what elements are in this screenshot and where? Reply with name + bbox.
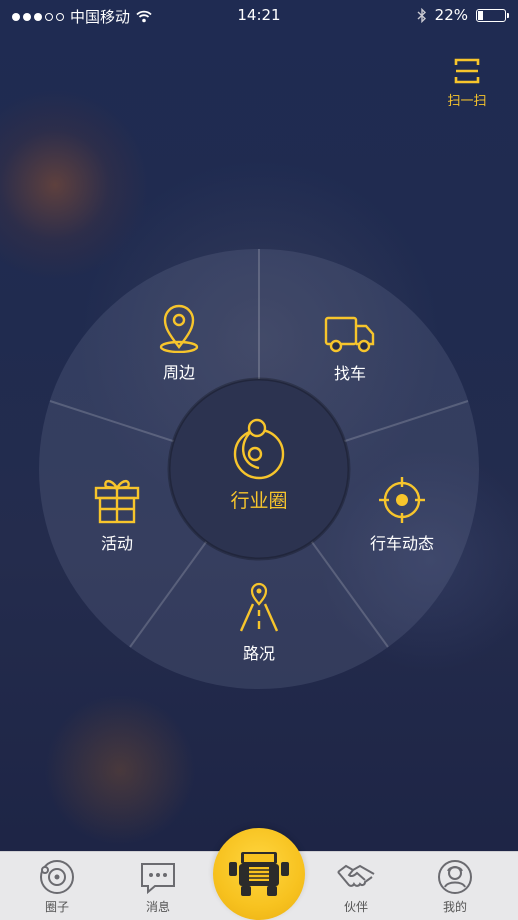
tab-label: 圈子 bbox=[44, 900, 69, 914]
tab-label: 我的 bbox=[442, 900, 467, 914]
wheel-item-label: 行车动态 bbox=[369, 534, 434, 553]
scan-icon bbox=[454, 58, 480, 84]
bluetooth-icon bbox=[417, 7, 426, 23]
wheel-center-label: 行业圈 bbox=[230, 490, 288, 512]
wheel-item-label: 路况 bbox=[242, 644, 275, 663]
battery-percent: 22% bbox=[434, 6, 468, 24]
center-truck-button[interactable] bbox=[213, 828, 305, 920]
profile-icon bbox=[438, 860, 472, 894]
road-icon bbox=[239, 582, 279, 632]
wheel-item-find-truck[interactable]: 找车 bbox=[300, 316, 400, 384]
tab-messages[interactable]: 消息 bbox=[128, 858, 188, 915]
status-bar: 中国移动 14:21 22% bbox=[0, 0, 518, 32]
wheel-item-road-conditions[interactable]: 路况 bbox=[209, 582, 309, 664]
truck-front-icon bbox=[229, 852, 289, 896]
scan-label: 扫一扫 bbox=[447, 94, 487, 109]
wheel-item-driving-status[interactable]: 行车动态 bbox=[352, 476, 452, 554]
wheel-item-label: 活动 bbox=[100, 534, 133, 553]
tab-label: 伙伴 bbox=[343, 900, 368, 914]
wheel-center-industry-circle[interactable]: 行业圈 bbox=[209, 416, 309, 513]
tab-me[interactable]: 我的 bbox=[425, 858, 485, 915]
wheel-item-label: 找车 bbox=[333, 364, 366, 383]
tab-label: 消息 bbox=[145, 900, 170, 914]
wheel-item-label: 周边 bbox=[162, 363, 195, 382]
target-crosshair-icon bbox=[379, 477, 425, 523]
wheel-item-activities[interactable]: 活动 bbox=[67, 476, 167, 554]
gift-icon bbox=[94, 479, 140, 524]
tab-partners[interactable]: 伙伴 bbox=[326, 858, 386, 915]
scan-button[interactable]: 扫一扫 bbox=[444, 56, 490, 109]
tab-circle[interactable]: 圈子 bbox=[27, 858, 87, 915]
orbit-circle-icon bbox=[233, 418, 285, 480]
location-pin-icon bbox=[159, 304, 199, 353]
truck-icon bbox=[324, 316, 375, 353]
wheel-item-nearby[interactable]: 周边 bbox=[129, 303, 229, 383]
chat-bubble-icon bbox=[141, 863, 175, 895]
battery-icon bbox=[476, 8, 509, 22]
circle-orbit-icon bbox=[40, 860, 74, 894]
handshake-icon bbox=[337, 864, 375, 887]
wheel-menu: 周边 找车 行业圈 活动 行车动态 路况 bbox=[38, 248, 480, 690]
